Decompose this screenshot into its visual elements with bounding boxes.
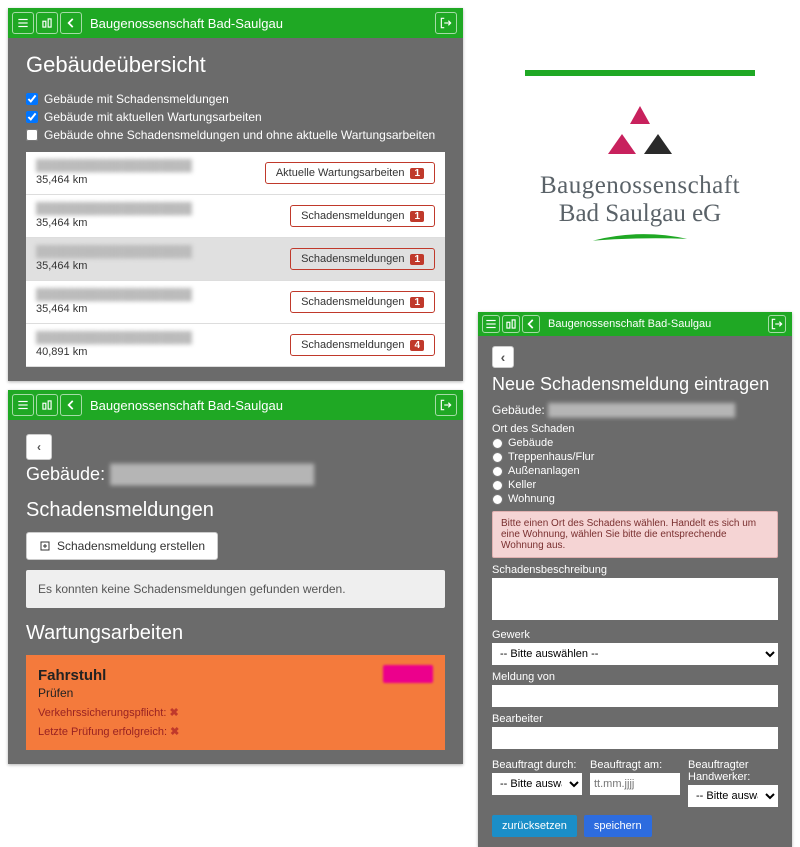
count-badge: 1 [410,297,424,308]
building-distance: 40,891 km [36,346,192,358]
filter-none[interactable]: Gebäude ohne Schadensmeldungen und ohne … [26,128,445,142]
count-badge: 1 [410,211,424,222]
brand-logo: Baugenossenschaft Bad Saulgau eG [490,70,790,247]
loc-option-stairwell[interactable]: Treppenhaus/Flur [492,451,778,463]
page-title: Gebäudeübersicht [26,52,445,78]
building-name: ████████████████████ [36,246,192,258]
maintenance-card[interactable]: Fahrstuhl Prüfen Verkehrssicherungspflic… [26,655,445,750]
home-icon[interactable] [36,394,58,416]
loc-option-apartment[interactable]: Wohnung [492,493,778,505]
building-distance: 35,464 km [36,217,192,229]
home-icon[interactable] [36,12,58,34]
craftsman-label: Beauftragter Handwerker: [688,759,778,783]
menu-icon[interactable] [12,394,34,416]
commissioned-on-input[interactable] [590,773,680,795]
meldung-label: Meldung von [492,671,778,683]
logout-icon[interactable] [435,12,457,34]
location-label: Ort des Schaden [492,423,778,435]
craftsman-select[interactable]: -- Bitte auswählen -- [688,785,778,807]
app-header: Baugenossenschaft Bad-Saulgau [478,312,792,336]
back-button[interactable]: ‹ [26,434,52,460]
section-damage-reports: Schadensmeldungen [26,499,445,522]
row-action-button[interactable]: Aktuelle Wartungsarbeiten1 [265,162,435,184]
back-icon[interactable] [60,12,82,34]
maintenance-subtitle: Prüfen [38,686,433,700]
commissioned-by-select[interactable]: -- Bitte auswählen -- [492,773,582,795]
building-name: ████████████████████ [36,203,192,215]
meldung-input[interactable] [492,685,778,707]
filter-maintenance[interactable]: Gebäude mit aktuellen Wartungsarbeiten [26,110,445,124]
gewerk-select[interactable]: -- Bitte auswählen -- [492,643,778,665]
building-name: ████████████████████ [36,289,192,301]
back-button[interactable]: ‹ [492,346,514,368]
menu-icon[interactable] [12,12,34,34]
bearbeiter-label: Bearbeiter [492,713,778,725]
building-list: ████████████████████ 35,464 km Aktuelle Wa… [26,152,445,367]
building-row[interactable]: ████████████████████ 35,464 km Schadensmel… [26,281,445,324]
app-header: Baugenossenschaft Bad-Saulgau [8,390,463,420]
row-action-button[interactable]: Schadensmeldungen1 [290,205,435,227]
building-row[interactable]: ████████████████████ 40,891 km Schadensmel… [26,324,445,367]
count-badge: 1 [410,254,424,265]
row-action-button[interactable]: Schadensmeldungen1 [290,248,435,270]
description-label: Schadensbeschreibung [492,564,778,576]
maintenance-title: Fahrstuhl [38,667,433,684]
building-row[interactable]: ████████████████████ 35,464 km Schadensmel… [26,195,445,238]
description-input[interactable] [492,578,778,620]
bearbeiter-input[interactable] [492,727,778,749]
home-icon[interactable] [502,315,520,333]
back-icon[interactable] [522,315,540,333]
create-damage-report-button[interactable]: Schadensmeldung erstellen [26,532,218,560]
building-row[interactable]: ████████████████████ 35,464 km Aktuelle Wa… [26,152,445,195]
building-name: ████████████████████ [36,332,192,344]
count-badge: 1 [410,168,424,179]
commissioned-on-label: Beauftragt am: [590,759,680,771]
save-button[interactable]: speichern [584,815,652,837]
form-title: Neue Schadensmeldung eintragen [492,374,778,395]
app-header: Baugenossenschaft Bad-Saulgau [8,8,463,38]
section-maintenance: Wartungsarbeiten [26,622,445,645]
building-row[interactable]: ████████████████████ 35,464 km Schadensmel… [26,238,445,281]
maintenance-line: Letzte Prüfung erfolgreich: ✖ [38,725,433,738]
back-icon[interactable] [60,394,82,416]
gewerk-label: Gewerk [492,629,778,641]
reset-button[interactable]: zurücksetzen [492,815,577,837]
building-distance: 35,464 km [36,174,192,186]
filter-damage[interactable]: Gebäude mit Schadensmeldungen [26,92,445,106]
building-line: Gebäude: ██████████████████████ [492,403,778,417]
logout-icon[interactable] [768,315,786,333]
loc-option-basement[interactable]: Keller [492,479,778,491]
logout-icon[interactable] [435,394,457,416]
count-badge: 4 [410,340,424,351]
building-distance: 35,464 km [36,260,192,272]
warning-box: Bitte einen Ort des Schadens wählen. Han… [492,511,778,558]
menu-icon[interactable] [482,315,500,333]
header-title: Baugenossenschaft Bad-Saulgau [90,16,283,31]
row-action-button[interactable]: Schadensmeldungen1 [290,291,435,313]
empty-message: Es konnten keine Schadensmeldungen gefun… [26,570,445,608]
row-action-button[interactable]: Schadensmeldungen4 [290,334,435,356]
loc-option-outdoor[interactable]: Außenanlagen [492,465,778,477]
header-title: Baugenossenschaft Bad-Saulgau [548,318,711,330]
loc-option-building[interactable]: Gebäude [492,437,778,449]
building-heading: Gebäude: ████████████████ [26,464,445,485]
header-title: Baugenossenschaft Bad-Saulgau [90,398,283,413]
maintenance-line: Verkehrssicherungspflicht: ✖ [38,706,433,719]
commissioned-by-label: Beauftragt durch: [492,759,582,771]
building-distance: 35,464 km [36,303,192,315]
building-name: ████████████████████ [36,160,192,172]
status-badge [383,665,433,683]
